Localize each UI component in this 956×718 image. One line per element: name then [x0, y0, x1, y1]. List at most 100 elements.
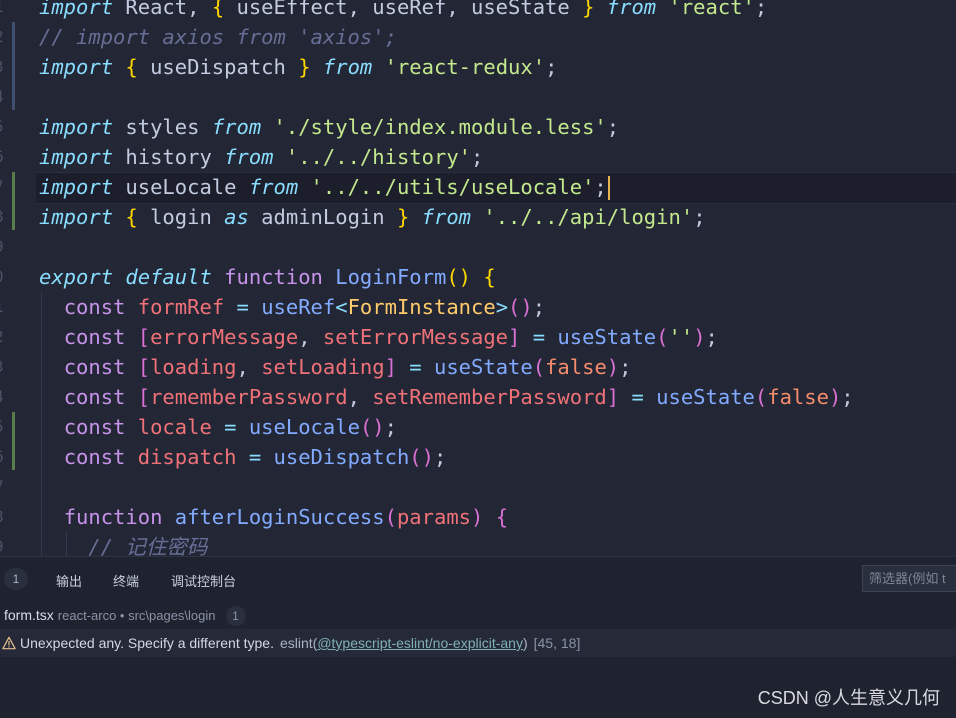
code-token: ;	[693, 205, 706, 229]
code-token: params	[396, 505, 472, 529]
code-token: useRef	[261, 295, 336, 319]
code-token: [	[137, 355, 151, 379]
code-token: dispatch	[137, 445, 237, 469]
code-token: '../../history'	[285, 145, 472, 169]
code-token: ]	[384, 355, 397, 379]
code-token: useEffect, useRef, useState	[224, 0, 583, 19]
code-token: const	[63, 325, 126, 349]
code-token: history	[113, 145, 225, 169]
code-token: ()	[508, 295, 533, 319]
code-editor[interactable]: 1234567890123456789012 import React, { u…	[0, 0, 956, 556]
code-token: }	[298, 55, 311, 79]
problem-source: eslint(@typescript-eslint/no-explicit-an…	[280, 635, 528, 651]
code-token: }	[396, 205, 410, 229]
code-token: (	[656, 325, 669, 349]
code-line: const formRef = useRef<FormInstance>();	[39, 292, 545, 322]
code-token: setLoading	[261, 355, 385, 379]
code-token: >	[495, 295, 509, 319]
diff-added-bar	[12, 172, 15, 230]
line-number: 3	[0, 52, 8, 82]
code-token: const	[63, 355, 126, 379]
code-token: {	[495, 505, 509, 529]
text-cursor	[607, 176, 610, 200]
code-token: rememberPassword	[150, 385, 348, 409]
code-token: )	[828, 385, 842, 409]
tab-output[interactable]: 输出	[56, 571, 82, 590]
code-token: ()	[359, 415, 385, 439]
problems-filter-input[interactable]: 筛选器(例如 t	[862, 565, 956, 592]
line-number: 5	[0, 112, 8, 142]
tab-debug-console[interactable]: 调试控制台	[171, 571, 236, 590]
code-line: const [errorMessage, setErrorMessage] = …	[39, 322, 718, 352]
code-token: 'react-redux'	[384, 55, 546, 79]
csdn-watermark: CSDN @人生意义几何	[757, 688, 940, 708]
tab-terminal[interactable]: 终端	[113, 571, 139, 590]
code-token: (	[384, 505, 397, 529]
code-token: ;	[619, 355, 632, 379]
code-token: useState	[656, 385, 755, 409]
problem-item[interactable]: Unexpected any. Specify a different type…	[0, 629, 956, 657]
code-token: function	[224, 265, 323, 289]
code-token: import	[39, 115, 114, 139]
problem-file-row[interactable]: form.tsx react-arco • src\pages\login 1	[0, 601, 956, 629]
code-token: ,	[298, 325, 323, 349]
code-line: export default function LoginForm() {	[39, 262, 496, 292]
code-token: login	[137, 205, 225, 229]
code-token: formRef	[137, 295, 225, 319]
line-number: 1	[0, 0, 8, 22]
code-token: ;	[606, 115, 620, 139]
code-token: afterLoginSuccess	[174, 505, 385, 529]
problems-count-badge[interactable]: 1	[4, 568, 28, 590]
line-number: 2	[0, 322, 8, 352]
code-token: ()	[446, 265, 472, 289]
code-line: import React, { useEffect, useRef, useSt…	[39, 0, 767, 22]
code-token: useState	[557, 325, 657, 349]
code-token: // 记住密码	[88, 535, 208, 556]
code-token: locale	[137, 415, 212, 439]
code-token: useState	[433, 355, 533, 379]
code-token: // import axios from 'axios';	[39, 25, 397, 49]
code-token: setRememberPassword	[372, 385, 607, 409]
code-line: // import axios from 'axios';	[39, 22, 397, 52]
code-token: ;	[545, 55, 558, 79]
code-token: =	[532, 325, 546, 349]
code-line: import { login as adminLogin } from '../…	[39, 202, 706, 232]
code-token: )	[606, 355, 620, 379]
code-token: (	[754, 385, 768, 409]
code-token: '../../utils/useLocale'	[310, 175, 595, 199]
diff-added-bar-2	[12, 412, 15, 470]
eslint-rule-link[interactable]: @typescript-eslint/no-explicit-any	[317, 635, 523, 651]
code-token: from	[224, 145, 274, 169]
line-number: 4	[0, 82, 8, 112]
code-token: {	[125, 55, 138, 79]
line-number: 9	[0, 532, 8, 556]
code-token: =	[409, 355, 422, 379]
code-token: const	[63, 445, 126, 469]
code-token: ;	[841, 385, 854, 409]
panel-tabs: 1 输出 终端 调试控制台 筛选器(例如 t	[0, 557, 956, 601]
code-token: LoginForm	[335, 265, 447, 289]
code-token: default	[125, 265, 212, 289]
code-line: import { useDispatch } from 'react-redux…	[39, 52, 557, 82]
line-number: 6	[0, 142, 8, 172]
warning-icon	[2, 636, 16, 650]
code-token: from	[211, 115, 262, 139]
code-token: loading	[150, 355, 237, 379]
code-token: 'react'	[668, 0, 755, 19]
code-token: false	[545, 355, 607, 379]
